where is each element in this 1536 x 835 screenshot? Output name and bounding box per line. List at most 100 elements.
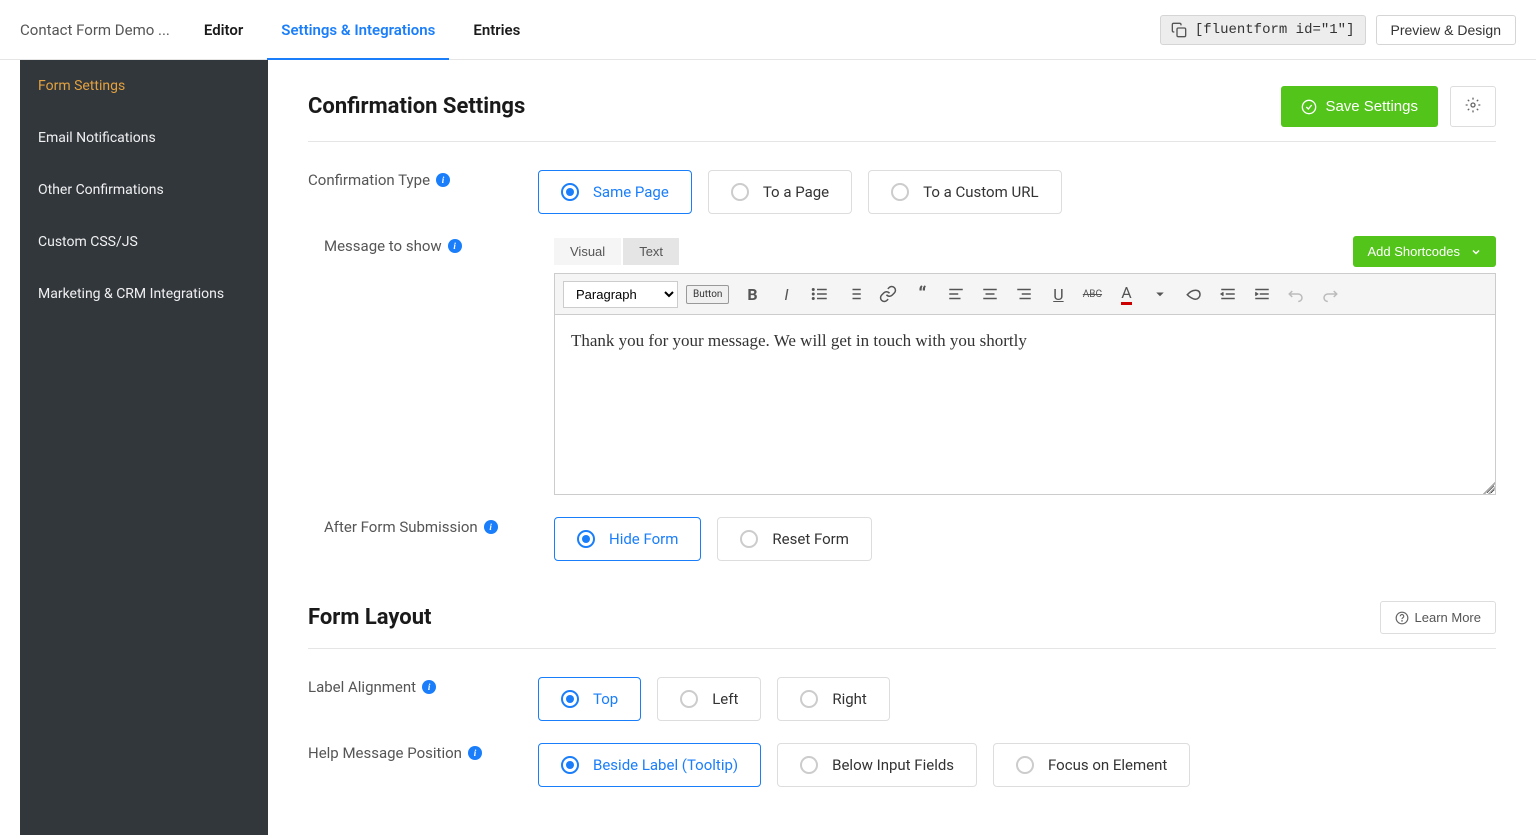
info-icon[interactable]: i	[436, 173, 450, 187]
radio-to-custom-url[interactable]: To a Custom URL	[868, 170, 1061, 214]
outdent-button[interactable]	[1213, 280, 1243, 308]
radio-below-input[interactable]: Below Input Fields	[777, 743, 977, 787]
radio-label: Same Page	[593, 183, 669, 201]
radio-circle-icon	[740, 530, 758, 548]
radio-hide-form[interactable]: Hide Form	[554, 517, 701, 561]
radio-circle-icon	[800, 690, 818, 708]
label-message: Message to showi	[324, 237, 462, 255]
info-icon[interactable]: i	[484, 520, 498, 534]
color-dropdown-button[interactable]	[1145, 280, 1175, 308]
quote-button[interactable]: “	[907, 280, 937, 308]
radio-circle-icon	[680, 690, 698, 708]
sidebar-item-other-confirmations[interactable]: Other Confirmations	[20, 164, 268, 216]
tab-text[interactable]: Text	[623, 238, 679, 265]
radio-circle-icon	[561, 183, 579, 201]
label-after-submission: After Form Submissioni	[324, 518, 498, 536]
sidebar-item-email-notifications[interactable]: Email Notifications	[20, 112, 268, 164]
radio-label: Below Input Fields	[832, 756, 954, 774]
divider	[308, 648, 1496, 649]
number-list-button[interactable]	[839, 280, 869, 308]
radio-label: Hide Form	[609, 530, 678, 548]
row-after-submission: After Form Submissioni Hide Form Reset F…	[308, 517, 1496, 561]
redo-button[interactable]	[1315, 280, 1345, 308]
row-help-position: Help Message Positioni Beside Label (Too…	[308, 743, 1496, 787]
info-icon[interactable]: i	[448, 239, 462, 253]
row-label-alignment: Label Alignmenti Top Left Right	[308, 677, 1496, 721]
clear-format-button[interactable]	[1179, 280, 1209, 308]
label-help-position: Help Message Positioni	[308, 744, 482, 762]
sidebar-item-custom-css-js[interactable]: Custom CSS/JS	[20, 216, 268, 268]
confirmation-title: Confirmation Settings	[308, 94, 525, 119]
layout-header: Form Layout Learn More	[308, 601, 1496, 634]
align-center-button[interactable]	[975, 280, 1005, 308]
radio-circle-icon	[891, 183, 909, 201]
text-color-button[interactable]: A	[1111, 280, 1141, 308]
paragraph-select[interactable]: Paragraph	[563, 281, 678, 308]
radio-circle-icon	[1016, 756, 1034, 774]
save-button[interactable]: Save Settings	[1281, 86, 1438, 127]
radio-top[interactable]: Top	[538, 677, 641, 721]
align-left-button[interactable]	[941, 280, 971, 308]
sidebar: Form Settings Email Notifications Other …	[20, 60, 268, 835]
row-confirmation-type: Confirmation Typei Same Page To a Page T…	[308, 170, 1496, 214]
row-message: Message to showi Visual Text Add Shortco…	[308, 236, 1496, 495]
check-circle-icon	[1301, 99, 1317, 115]
radio-same-page[interactable]: Same Page	[538, 170, 692, 214]
button-indicator: Button	[686, 285, 729, 304]
radio-label: Right	[832, 690, 866, 708]
label-label-alignment: Label Alignmenti	[308, 678, 436, 696]
radio-label: Focus on Element	[1048, 756, 1167, 774]
indent-button[interactable]	[1247, 280, 1277, 308]
bold-button[interactable]: B	[737, 280, 767, 308]
radio-label: Top	[593, 690, 618, 708]
chevron-down-icon	[1470, 246, 1482, 258]
info-icon[interactable]: i	[468, 746, 482, 760]
tab-settings[interactable]: Settings & Integrations	[277, 0, 439, 60]
learn-more-button[interactable]: Learn More	[1380, 601, 1496, 634]
underline-button[interactable]: U	[1043, 280, 1073, 308]
add-shortcodes-button[interactable]: Add Shortcodes	[1353, 236, 1496, 267]
add-shortcodes-label: Add Shortcodes	[1367, 244, 1460, 259]
editor-area[interactable]: Thank you for your message. We will get …	[554, 315, 1496, 495]
sidebar-item-form-settings[interactable]: Form Settings	[20, 60, 268, 112]
tab-editor[interactable]: Editor	[200, 0, 247, 60]
topbar-left: Contact Form Demo ... Editor Settings & …	[20, 0, 524, 60]
main-content: Confirmation Settings Save Settings Conf…	[268, 60, 1536, 835]
link-button[interactable]	[873, 280, 903, 308]
gear-button[interactable]	[1450, 86, 1496, 127]
learn-more-label: Learn More	[1415, 610, 1481, 625]
radio-right[interactable]: Right	[777, 677, 889, 721]
sidebar-item-marketing-crm[interactable]: Marketing & CRM Integrations	[20, 268, 268, 320]
radio-circle-icon	[800, 756, 818, 774]
radio-circle-icon	[731, 183, 749, 201]
info-icon[interactable]: i	[422, 680, 436, 694]
radio-left[interactable]: Left	[657, 677, 761, 721]
help-icon	[1395, 611, 1409, 625]
copy-icon	[1171, 22, 1187, 38]
italic-button[interactable]: I	[771, 280, 801, 308]
shortcode-button[interactable]: [fluentform id="1"]	[1160, 15, 1366, 45]
radio-circle-icon	[561, 690, 579, 708]
bullet-list-button[interactable]	[805, 280, 835, 308]
radio-beside-label[interactable]: Beside Label (Tooltip)	[538, 743, 761, 787]
confirmation-header: Confirmation Settings Save Settings	[308, 86, 1496, 127]
header-actions: Save Settings	[1281, 86, 1496, 127]
tab-entries[interactable]: Entries	[469, 0, 524, 60]
radio-label: To a Custom URL	[923, 183, 1038, 201]
divider	[308, 141, 1496, 142]
tab-visual[interactable]: Visual	[554, 238, 621, 265]
radio-label: Left	[712, 690, 738, 708]
gear-icon	[1465, 97, 1481, 113]
radio-focus-element[interactable]: Focus on Element	[993, 743, 1190, 787]
radio-reset-form[interactable]: Reset Form	[717, 517, 871, 561]
topbar-right: [fluentform id="1"] Preview & Design	[1160, 15, 1516, 45]
preview-button[interactable]: Preview & Design	[1376, 15, 1517, 45]
radio-circle-icon	[561, 756, 579, 774]
undo-button[interactable]	[1281, 280, 1311, 308]
editor-tabs: Visual Text Add Shortcodes	[554, 236, 1496, 267]
align-right-button[interactable]	[1009, 280, 1039, 308]
radio-to-a-page[interactable]: To a Page	[708, 170, 852, 214]
strikethrough-button[interactable]: ABC	[1077, 280, 1107, 308]
save-label: Save Settings	[1325, 98, 1418, 115]
radio-label: To a Page	[763, 183, 829, 201]
